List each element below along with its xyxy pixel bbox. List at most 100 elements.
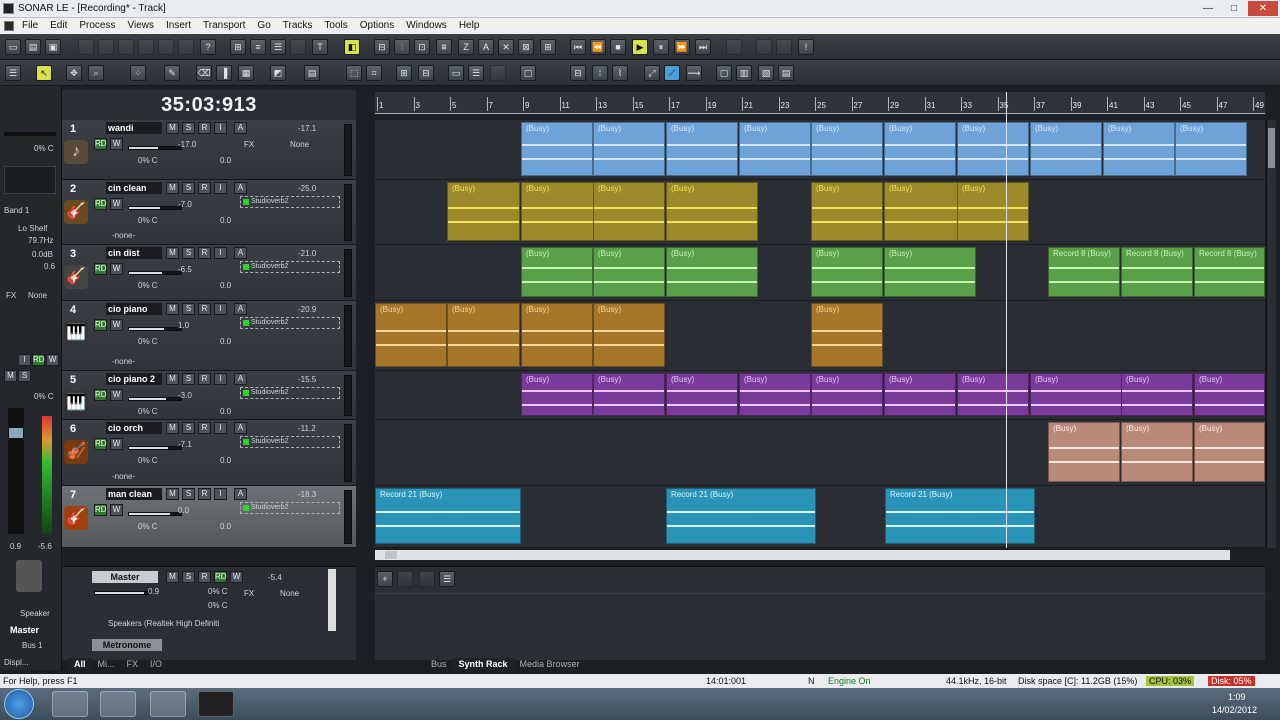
audio-clip[interactable]: (Busy) <box>884 122 956 176</box>
bus-fx-value[interactable]: None <box>280 589 299 598</box>
tab-mix[interactable]: Mi... <box>92 658 121 670</box>
tab-media-browser[interactable]: Media Browser <box>514 658 586 670</box>
rd-button[interactable]: RD <box>94 504 107 516</box>
a-button[interactable]: A <box>234 422 247 434</box>
timeline-ruler[interactable]: 1 3 5 7 9 11 13 15 17 19 21 23 25 27 29 31 33 35 37 39 41 43 4… <box>375 92 1265 114</box>
i-button[interactable]: I <box>214 122 227 134</box>
export-icon[interactable]: ▧ <box>758 65 774 81</box>
output-speaker[interactable]: Speaker <box>20 609 50 618</box>
s-button[interactable]: S <box>182 303 195 315</box>
fx-bin[interactable]: Studioverb2 <box>240 196 340 208</box>
menu-app-icon[interactable] <box>4 21 14 31</box>
volume-slider[interactable] <box>128 446 182 450</box>
console-view-icon[interactable]: ⊞ <box>230 39 246 55</box>
audio-clip[interactable]: (Busy) <box>666 247 758 297</box>
i-button[interactable]: I <box>214 182 227 194</box>
r-button[interactable]: R <box>198 247 211 259</box>
m-button[interactable]: M <box>166 247 179 259</box>
audio-clip[interactable]: Record 21 (Busy) <box>885 488 1035 544</box>
rewind-icon[interactable]: ⏪ <box>590 39 606 55</box>
w-button[interactable]: W <box>110 198 123 210</box>
m-button[interactable]: M <box>166 373 179 385</box>
audio-clip[interactable]: (Busy) <box>593 373 665 416</box>
inspector-fx-value[interactable]: None <box>28 291 47 300</box>
tab-synth-rack[interactable]: Synth Rack <box>452 658 514 670</box>
audio-clip[interactable]: (Busy) <box>1194 373 1265 416</box>
inspector-rd-button[interactable]: RD <box>32 354 45 366</box>
fx-icon[interactable]: ✕ <box>498 39 514 55</box>
bus-rd-button[interactable]: RD <box>214 571 227 583</box>
menu-help[interactable]: Help <box>453 18 486 34</box>
audio-clip[interactable]: (Busy) <box>666 122 738 176</box>
track-name[interactable]: cio piano 2 <box>106 373 162 385</box>
r-button[interactable]: R <box>198 373 211 385</box>
track-name[interactable]: wandi <box>106 122 162 134</box>
audio-clip[interactable]: Record 8 (Busy) <box>1048 247 1120 297</box>
stop-icon[interactable]: ■ <box>610 39 626 55</box>
edit-tool-icon[interactable]: ⁘ <box>130 65 146 81</box>
clock-time[interactable]: 1:09 <box>1228 692 1246 702</box>
audio-clip[interactable]: (Busy) <box>811 303 883 367</box>
record-icon[interactable] <box>726 39 742 55</box>
menu-go[interactable]: Go <box>251 18 276 34</box>
rd-button[interactable]: RD <box>94 263 107 275</box>
audio-clip[interactable]: (Busy) <box>1194 422 1265 482</box>
lyrics-icon[interactable]: T <box>312 39 328 55</box>
audio-icon[interactable]: A <box>478 39 494 55</box>
menu-options[interactable]: Options <box>354 18 400 34</box>
s-button[interactable]: S <box>182 422 195 434</box>
smart-tool-icon[interactable]: ↖ <box>36 65 52 81</box>
r-button[interactable]: R <box>198 303 211 315</box>
fx-bin[interactable]: Studioverb2 <box>240 436 340 448</box>
add-synth-icon[interactable]: + <box>377 571 393 587</box>
zoom-tool-icon[interactable]: ⌕ <box>88 65 104 81</box>
audio-clip[interactable]: (Busy) <box>447 182 520 241</box>
clock-date[interactable]: 14/02/2012 <box>1212 705 1257 715</box>
playhead[interactable] <box>1006 92 1007 548</box>
tab-all[interactable]: All <box>68 658 92 670</box>
clips-pane[interactable]: (Busy) (Busy) (Busy) (Busy) (Busy) (Busy) (Bus… <box>375 120 1265 548</box>
audio-clip[interactable]: (Busy) <box>811 182 883 241</box>
audio-clip[interactable]: Record 21 (Busy) <box>375 488 521 544</box>
rd-button[interactable]: RD <box>94 198 107 210</box>
menu-windows[interactable]: Windows <box>400 18 453 34</box>
i-button[interactable]: I <box>214 247 227 259</box>
track-name[interactable]: cio piano <box>106 303 162 315</box>
s-button[interactable]: S <box>182 182 195 194</box>
fx-bin[interactable]: Studioverb2 <box>240 261 340 273</box>
metronome-bus-name[interactable]: Metronome <box>92 639 162 651</box>
piano-roll-icon[interactable]: ☰ <box>270 39 286 55</box>
fx-bin[interactable]: Studioverb2 <box>240 502 340 514</box>
track-view-icon[interactable]: ≡ <box>250 39 266 55</box>
s-button[interactable]: S <box>182 373 195 385</box>
bus-output[interactable]: Speakers (Realtek High Definiti <box>108 619 219 628</box>
output-bus[interactable]: Bus 1 <box>22 641 42 650</box>
a-button[interactable]: A <box>234 182 247 194</box>
volume-slider[interactable] <box>128 146 182 150</box>
audio-clip[interactable]: (Busy) <box>739 122 811 176</box>
r-button[interactable]: R <box>198 182 211 194</box>
eq-gain[interactable]: 0.0dB <box>32 250 53 259</box>
tab-fx[interactable]: FX <box>121 658 145 670</box>
clip-list-icon[interactable]: ☰ <box>468 65 484 81</box>
i-button[interactable]: I <box>214 373 227 385</box>
audio-clip[interactable]: (Busy) <box>521 247 593 297</box>
bus-w-button[interactable]: W <box>230 571 243 583</box>
master-bus-name[interactable]: Master <box>92 571 158 583</box>
audio-clip[interactable]: (Busy) <box>593 303 665 367</box>
i-button[interactable]: I <box>214 422 227 434</box>
audio-clip[interactable]: (Busy) <box>521 373 593 416</box>
audio-clip[interactable]: (Busy) <box>521 182 595 241</box>
r-button[interactable]: R <box>198 422 211 434</box>
rewind-start-icon[interactable]: ⏮ <box>570 39 586 55</box>
track-header-4[interactable]: 4 🎹 cio piano M S R I A RD W 1.0 0% C 0.0 -20.9 Studio… <box>62 301 356 371</box>
volume-slider[interactable] <box>128 512 182 516</box>
audio-clip[interactable]: (Busy) <box>1121 422 1193 482</box>
eq-band[interactable]: Band 1 <box>4 206 29 215</box>
audio-clip[interactable]: (Busy) <box>1030 122 1102 176</box>
inspector-volume-slider[interactable] <box>4 132 56 136</box>
vertical-scrollbar[interactable] <box>1266 120 1276 548</box>
audio-clip[interactable]: (Busy) <box>666 373 738 416</box>
fx-bin[interactable]: Studioverb2 <box>240 317 340 329</box>
automation-icon[interactable]: ▢ <box>520 65 536 81</box>
